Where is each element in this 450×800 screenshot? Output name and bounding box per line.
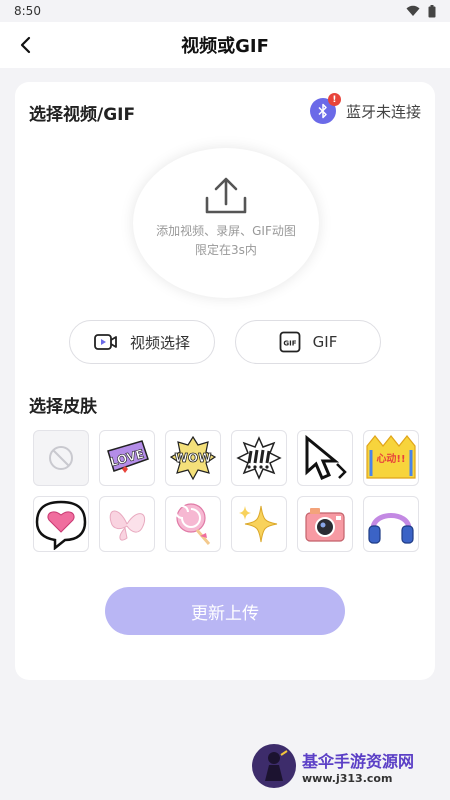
battery-icon bbox=[428, 4, 436, 17]
upload-hint-line2: 限定在3s内 bbox=[195, 243, 257, 257]
skin-option-heart-bubble[interactable] bbox=[33, 496, 89, 552]
status-time: 8:50 bbox=[14, 4, 41, 18]
lollipop-icon bbox=[175, 503, 211, 545]
watermark-title: 基伞手游资源网 bbox=[302, 751, 415, 771]
watermark-logo bbox=[252, 744, 296, 788]
crown-sticker-icon: 心动!! bbox=[366, 435, 416, 479]
camera-icon bbox=[305, 508, 345, 542]
app-bar: 视频或GIF bbox=[0, 22, 450, 68]
svg-text:GIF: GIF bbox=[283, 340, 296, 348]
video-select-label: 视频选择 bbox=[129, 333, 190, 352]
select-skin-title: 选择皮肤 bbox=[29, 397, 97, 417]
skin-option-none[interactable] bbox=[33, 430, 89, 486]
chevron-left-icon bbox=[20, 36, 31, 54]
video-select-button[interactable]: 视频选择 bbox=[69, 320, 215, 364]
upload-hint: 添加视频、录屏、GIF动图 限定在3s内 bbox=[156, 222, 296, 260]
skin-option-crown[interactable]: 心动!! bbox=[363, 430, 419, 486]
bluetooth-icon: ! bbox=[309, 93, 341, 124]
love-sticker-icon: LOVE bbox=[107, 440, 149, 473]
gif-select-button[interactable]: GIF GIF bbox=[235, 320, 381, 364]
crown-sticker-text: 心动!! bbox=[376, 452, 405, 465]
headphones-icon bbox=[368, 513, 414, 544]
gif-file-icon: GIF bbox=[279, 331, 301, 353]
status-icons bbox=[406, 4, 436, 18]
status-bar: 8:50 bbox=[0, 0, 450, 22]
skin-option-love[interactable]: LOVE bbox=[99, 430, 155, 486]
skin-option-sparkle[interactable] bbox=[231, 496, 287, 552]
update-upload-button[interactable]: 更新上传 bbox=[105, 587, 345, 635]
skin-option-cursor[interactable] bbox=[297, 430, 353, 486]
skin-option-wow[interactable]: WOW bbox=[165, 430, 221, 486]
video-camera-icon bbox=[94, 334, 117, 350]
wow-sticker-icon: WOW bbox=[169, 435, 217, 481]
skin-option-headphones[interactable] bbox=[363, 496, 419, 552]
wifi-icon bbox=[406, 5, 420, 16]
gif-select-label: GIF bbox=[312, 333, 338, 351]
select-video-title: 选择视频/GIF bbox=[29, 105, 136, 125]
back-button[interactable] bbox=[12, 31, 40, 59]
wow-sticker-text: WOW bbox=[175, 451, 212, 465]
skin-option-exclaim[interactable] bbox=[231, 430, 287, 486]
watermark: 基伞手游资源网 www.j313.com bbox=[252, 740, 448, 792]
watermark-url: www.j313.com bbox=[302, 771, 393, 785]
bluetooth-status[interactable]: ! 蓝牙未连接 bbox=[309, 93, 421, 124]
upload-hint-line1: 添加视频、录屏、GIF动图 bbox=[156, 224, 296, 238]
skin-option-camera[interactable] bbox=[297, 496, 353, 552]
butterfly-icon bbox=[109, 510, 145, 541]
skin-grid: LOVE WOW 心动!! bbox=[33, 430, 419, 552]
main-card: 选择视频/GIF ! 蓝牙未连接 添加视频、录屏、GIF动图 限定在3s内 视频… bbox=[15, 82, 435, 680]
upload-icon bbox=[205, 177, 247, 214]
skin-option-butterfly[interactable] bbox=[99, 496, 155, 552]
sparkle-star-icon bbox=[239, 505, 278, 543]
page-title: 视频或GIF bbox=[181, 36, 269, 57]
exclaim-sticker-icon bbox=[236, 436, 282, 480]
heart-bubble-icon bbox=[35, 500, 87, 550]
none-icon bbox=[49, 446, 73, 470]
skin-option-lollipop[interactable] bbox=[165, 496, 221, 552]
upload-area[interactable]: 添加视频、录屏、GIF动图 限定在3s内 bbox=[133, 148, 319, 298]
cursor-arrow-icon bbox=[305, 434, 347, 480]
bluetooth-alert-badge: ! bbox=[327, 93, 341, 106]
bluetooth-status-text: 蓝牙未连接 bbox=[345, 102, 421, 121]
